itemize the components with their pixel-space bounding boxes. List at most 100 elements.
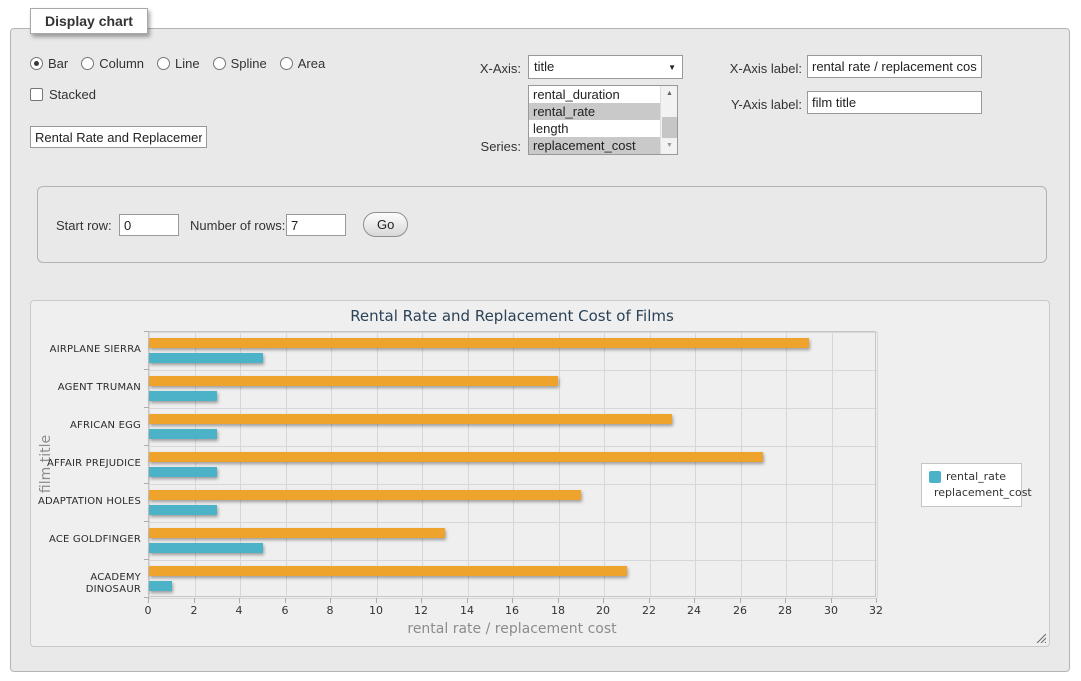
x-tick xyxy=(194,598,195,603)
gridline xyxy=(149,370,877,371)
chart-title-input[interactable] xyxy=(30,126,207,148)
y-tick xyxy=(144,521,149,522)
scroll-up-icon[interactable]: ▲ xyxy=(661,86,678,102)
gridline xyxy=(149,522,877,523)
x-tick-label: 6 xyxy=(265,604,305,617)
x-tick xyxy=(785,598,786,603)
bar-rental_rate xyxy=(149,467,217,477)
x-tick xyxy=(694,598,695,603)
radio-icon[interactable] xyxy=(30,57,43,70)
x-tick xyxy=(239,598,240,603)
series-list-label: Series: xyxy=(455,139,521,154)
chart-type-radio-line[interactable]: Line xyxy=(157,56,200,71)
category-label: AFRICAN EGG xyxy=(33,420,141,432)
bar-replacement_cost xyxy=(149,490,581,500)
gridline xyxy=(286,332,287,598)
x-axis-select-label: X-Axis: xyxy=(455,61,521,76)
series-listbox[interactable]: rental_durationrental_ratelengthreplacem… xyxy=(528,85,678,155)
chart-type-radio-spline[interactable]: Spline xyxy=(213,56,267,71)
series-option-replacement_cost[interactable]: replacement_cost xyxy=(529,137,661,154)
chart-type-radio-label: Area xyxy=(298,56,325,71)
go-button[interactable]: Go xyxy=(363,212,408,237)
series-option-rental_rate[interactable]: rental_rate xyxy=(529,103,661,120)
x-tick xyxy=(148,598,149,603)
x-tick-label: 4 xyxy=(219,604,259,617)
radio-icon[interactable] xyxy=(157,57,170,70)
bar-rental_rate xyxy=(149,543,263,553)
bar-rental_rate xyxy=(149,581,172,591)
gridline xyxy=(832,332,833,598)
x-tick-label: 0 xyxy=(128,604,168,617)
x-tick xyxy=(876,598,877,603)
bar-rental_rate xyxy=(149,429,217,439)
chevron-down-icon: ▼ xyxy=(668,64,676,72)
radio-icon[interactable] xyxy=(280,57,293,70)
num-rows-input[interactable] xyxy=(286,214,346,236)
x-axis-label-label: X-Axis label: xyxy=(722,61,802,76)
gridline xyxy=(468,332,469,598)
gridline xyxy=(149,332,150,598)
listbox-scrollbar[interactable]: ▲ ▼ xyxy=(660,86,677,154)
bar-replacement_cost xyxy=(149,566,627,576)
y-tick xyxy=(144,559,149,560)
y-tick xyxy=(144,407,149,408)
bar-replacement_cost xyxy=(149,528,445,538)
x-tick-label: 32 xyxy=(856,604,896,617)
chart-type-radio-label: Column xyxy=(99,56,144,71)
gridline xyxy=(149,446,877,447)
bar-rental_rate xyxy=(149,391,217,401)
chart-type-radio-label: Bar xyxy=(48,56,68,71)
radio-icon[interactable] xyxy=(213,57,226,70)
category-label: ADAPTATION HOLES xyxy=(33,496,141,508)
legend-label: rental_rate xyxy=(946,471,1006,483)
x-axis-label-input[interactable] xyxy=(807,55,982,78)
x-tick-label: 30 xyxy=(811,604,851,617)
x-tick-label: 18 xyxy=(538,604,578,617)
y-axis-label-input[interactable] xyxy=(807,91,982,114)
stacked-checkbox-row[interactable]: Stacked xyxy=(30,87,96,102)
gridline xyxy=(149,332,877,333)
gridline xyxy=(786,332,787,598)
x-tick-label: 8 xyxy=(310,604,350,617)
y-tick xyxy=(144,369,149,370)
x-tick xyxy=(740,598,741,603)
series-option-rental_duration[interactable]: rental_duration xyxy=(529,86,661,103)
chart-type-radio-column[interactable]: Column xyxy=(81,56,144,71)
gridline xyxy=(149,408,877,409)
gridline xyxy=(149,598,877,599)
gridline xyxy=(513,332,514,598)
legend-item-replacement_cost[interactable]: replacement_cost xyxy=(929,485,1014,501)
bar-replacement_cost xyxy=(149,376,558,386)
gridline xyxy=(195,332,196,598)
bar-replacement_cost xyxy=(149,338,809,348)
bar-replacement_cost xyxy=(149,414,672,424)
gridline xyxy=(695,332,696,598)
y-axis-label-label: Y-Axis label: xyxy=(722,97,802,112)
page: Display chart BarColumnLineSplineArea St… xyxy=(0,0,1081,681)
series-option-length[interactable]: length xyxy=(529,120,661,137)
category-label: AGENT TRUMAN xyxy=(33,382,141,394)
gridline xyxy=(877,332,878,598)
x-tick-label: 20 xyxy=(583,604,623,617)
resize-handle-icon[interactable] xyxy=(1034,631,1046,643)
start-row-input[interactable] xyxy=(119,214,179,236)
x-tick-label: 26 xyxy=(720,604,760,617)
legend-item-rental_rate[interactable]: rental_rate xyxy=(929,469,1014,485)
y-tick xyxy=(144,597,149,598)
x-axis-selected-value: title xyxy=(534,59,554,74)
checkbox-icon[interactable] xyxy=(30,88,43,101)
plot-area xyxy=(148,331,876,597)
x-tick-label: 28 xyxy=(765,604,805,617)
category-label: AFFAIR PREJUDICE xyxy=(33,458,141,470)
rows-panel: Start row: Number of rows: Go xyxy=(37,186,1047,263)
x-tick xyxy=(558,598,559,603)
start-row-label: Start row: xyxy=(56,218,112,233)
scroll-down-icon[interactable]: ▼ xyxy=(661,138,678,154)
x-tick xyxy=(603,598,604,603)
radio-icon[interactable] xyxy=(81,57,94,70)
chart-type-radio-area[interactable]: Area xyxy=(280,56,325,71)
gridline xyxy=(741,332,742,598)
x-axis-select[interactable]: title ▼ xyxy=(528,55,683,79)
chart-type-radio-label: Line xyxy=(175,56,200,71)
chart-type-radio-bar[interactable]: Bar xyxy=(30,56,68,71)
